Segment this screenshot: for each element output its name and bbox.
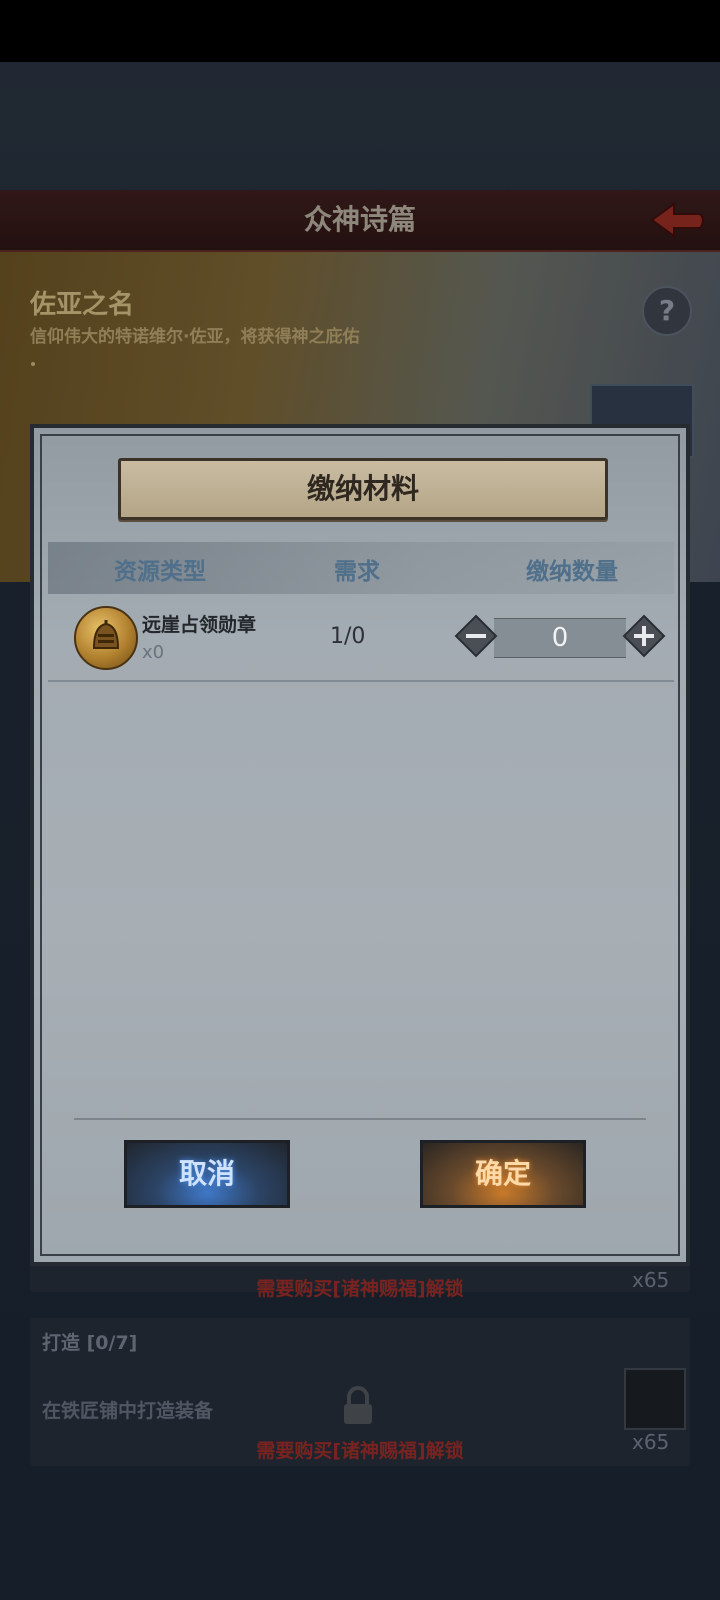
medal-icon: [74, 606, 138, 670]
status-bar: [0, 0, 720, 62]
quantity-stepper: 0: [454, 610, 666, 664]
column-header-quantity: 缴纳数量: [526, 559, 618, 585]
column-header-need: 需求: [334, 559, 380, 585]
submit-materials-dialog: 缴纳材料 资源类型 需求 缴纳数量 远崖占领勋章 x0 1/0 0 取消 确定: [30, 424, 690, 1266]
dialog-title: 缴纳材料: [306, 472, 419, 505]
minus-button[interactable]: [454, 614, 498, 658]
quantity-value: 0: [551, 623, 569, 653]
quantity-field[interactable]: 0: [494, 618, 626, 658]
confirm-button[interactable]: 确定: [420, 1140, 586, 1208]
column-header-type: 资源类型: [114, 559, 206, 585]
table-row: 远崖占领勋章 x0 1/0 0: [48, 596, 674, 682]
dialog-title-plate: 缴纳材料: [118, 458, 608, 520]
table-header: 资源类型 需求 缴纳数量: [48, 542, 674, 594]
item-owned-count: x0: [142, 642, 165, 663]
divider: [74, 1118, 646, 1120]
cancel-button[interactable]: 取消: [124, 1140, 290, 1208]
item-name: 远崖占领勋章: [142, 614, 257, 636]
plus-button[interactable]: [622, 614, 666, 658]
item-requirement: 1/0: [330, 624, 366, 649]
